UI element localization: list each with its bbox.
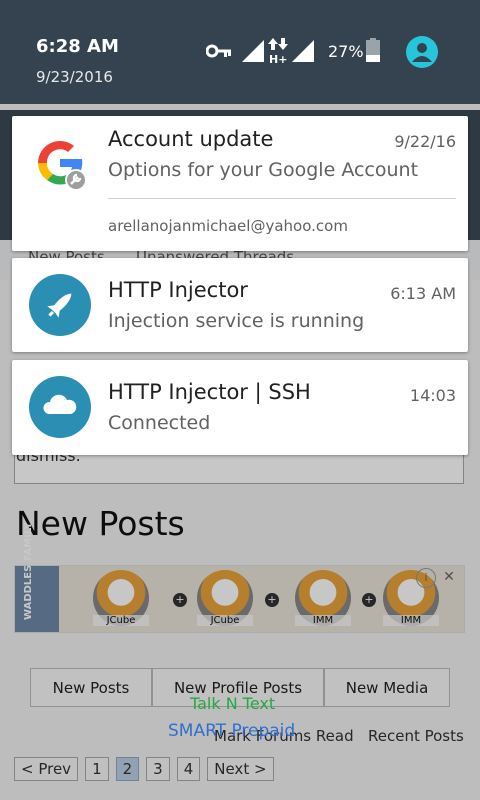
cloud-icon	[29, 376, 91, 438]
data-arrows-icon: H+	[268, 38, 288, 64]
notification-title: HTTP Injector	[108, 278, 248, 302]
battery-icon	[366, 38, 380, 62]
notification-account-email: arellanojanmichael@yahoo.com	[108, 217, 348, 235]
clock-date[interactable]: 9/23/2016	[36, 68, 113, 86]
svg-text:H+: H+	[269, 53, 287, 64]
clock-time[interactable]: 6:28 AM	[36, 36, 119, 57]
notification-google-account[interactable]: Account update 9/22/16 Options for your …	[12, 116, 468, 251]
user-account-button[interactable]	[406, 36, 438, 68]
notification-title: HTTP Injector | SSH	[108, 380, 311, 404]
notification-time: 14:03	[409, 386, 456, 405]
google-g-icon	[29, 132, 91, 194]
notification-text: Connected	[108, 412, 211, 434]
rocket-icon	[29, 274, 91, 336]
signal-strength-icon-2	[292, 40, 314, 62]
signal-strength-icon	[242, 40, 264, 62]
battery-percentage: 27%	[328, 42, 364, 61]
vpn-key-icon	[206, 44, 231, 58]
notification-title: Account update	[108, 127, 274, 151]
notification-time: 9/22/16	[394, 132, 456, 151]
carrier-label-2: SMART Prepaid	[168, 721, 296, 741]
person-icon	[412, 43, 432, 62]
notification-text: Injection service is running	[108, 310, 365, 332]
notification-http-injector-ssh[interactable]: HTTP Injector | SSH 14:03 Connected	[12, 360, 468, 455]
notification-http-injector[interactable]: HTTP Injector 6:13 AM Injection service …	[12, 258, 468, 352]
notification-divider	[108, 198, 456, 199]
notification-time: 6:13 AM	[390, 284, 456, 303]
notification-shade-header: 6:28 AM 9/23/2016 H+ 27%	[0, 0, 480, 104]
carrier-label-1: Talk N Text	[190, 694, 276, 713]
notification-text: Options for your Google Account	[108, 159, 419, 181]
